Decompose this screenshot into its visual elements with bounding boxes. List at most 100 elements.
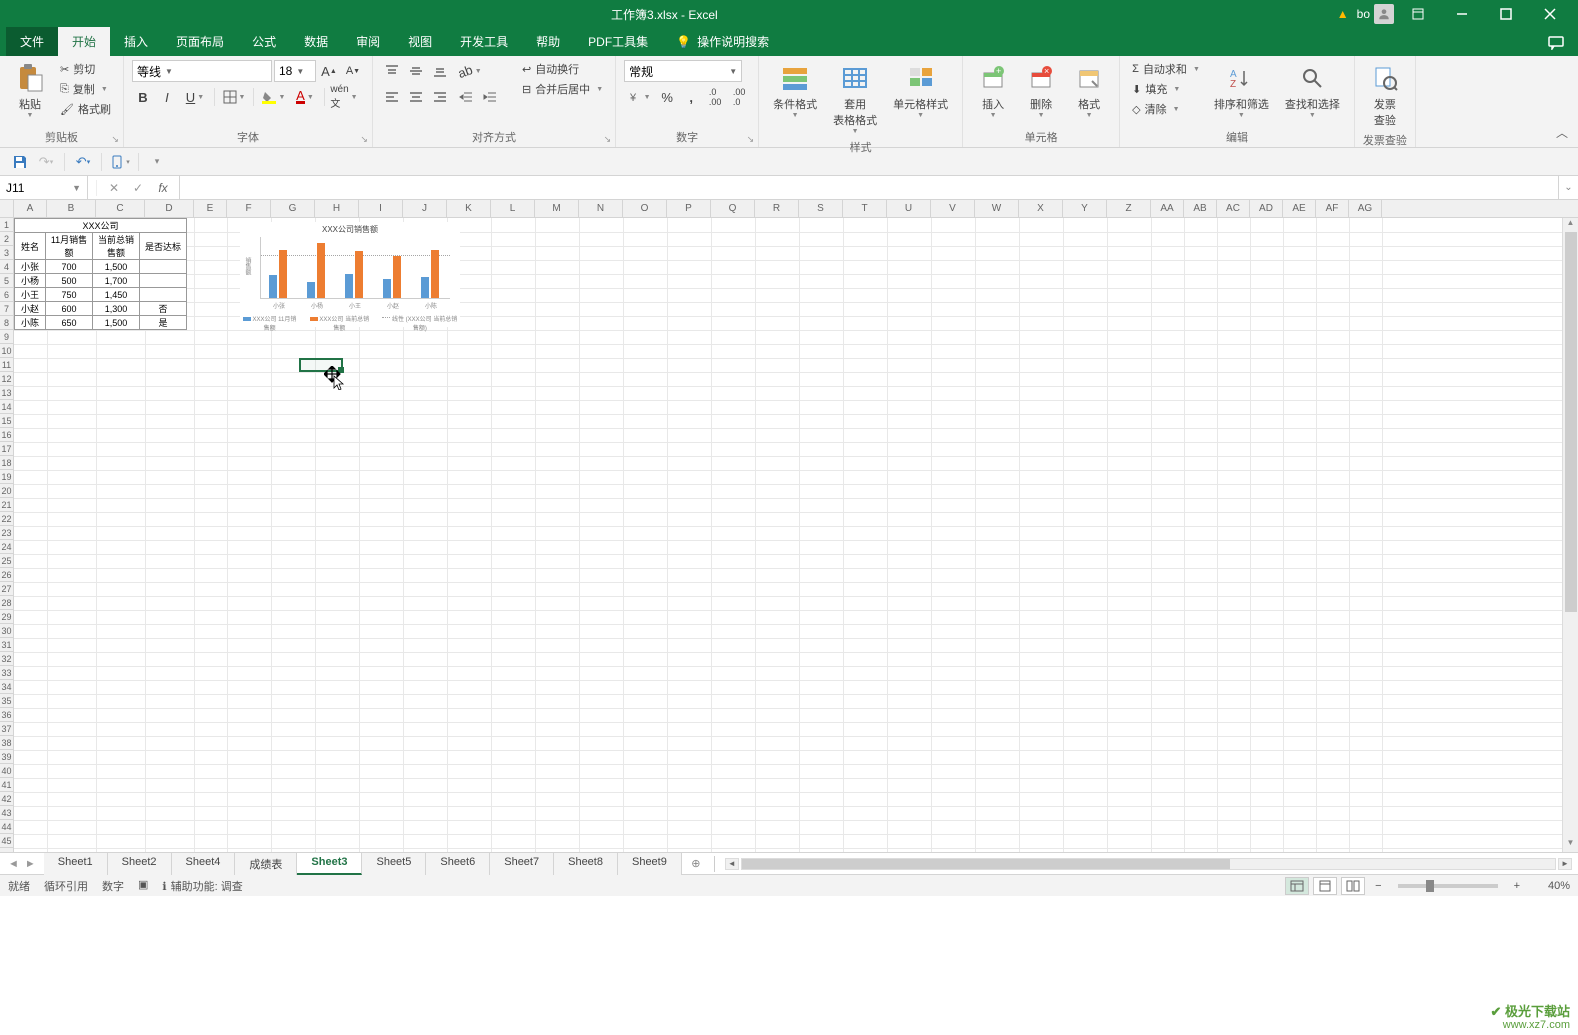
column-header[interactable]: AG (1349, 200, 1382, 217)
row-header[interactable]: 20 (0, 484, 13, 498)
row-header[interactable]: 32 (0, 652, 13, 666)
row-header[interactable]: 10 (0, 344, 13, 358)
paste-button[interactable]: 粘贴 ▼ (8, 60, 52, 121)
clear-button[interactable]: ◇清除▼ (1128, 100, 1204, 118)
align-bottom-icon[interactable] (429, 60, 451, 82)
column-header[interactable]: Q (711, 200, 755, 217)
percent-icon[interactable]: % (656, 86, 678, 108)
fill-color-icon[interactable]: ▼ (258, 86, 288, 108)
formula-input[interactable] (180, 176, 1558, 199)
row-header[interactable]: 19 (0, 470, 13, 484)
macro-record-icon[interactable]: ▣ (138, 878, 148, 894)
row-header[interactable]: 39 (0, 750, 13, 764)
column-header[interactable]: D (145, 200, 194, 217)
comments-icon[interactable] (1534, 30, 1578, 56)
font-size-combo[interactable]: 18▼ (274, 60, 316, 82)
column-header[interactable]: P (667, 200, 711, 217)
row-header[interactable]: 23 (0, 526, 13, 540)
number-format-combo[interactable]: 常规▼ (624, 60, 742, 82)
close-icon[interactable] (1530, 0, 1570, 28)
merge-center-button[interactable]: ⊟合并后居中▼ (518, 80, 607, 98)
qat-customize-icon[interactable]: ▾ (145, 150, 169, 174)
italic-icon[interactable]: I (156, 86, 178, 108)
row-header[interactable]: 16 (0, 428, 13, 442)
tab-审阅[interactable]: 审阅 (342, 27, 394, 56)
sheet-tab[interactable]: Sheet8 (554, 853, 618, 875)
sheet-tab[interactable]: 成绩表 (235, 853, 297, 875)
row-header[interactable]: 6 (0, 288, 13, 302)
column-header[interactable]: T (843, 200, 887, 217)
sheet-tab[interactable]: Sheet6 (426, 853, 490, 875)
column-header[interactable]: X (1019, 200, 1063, 217)
horizontal-scrollbar[interactable]: ◄ ► (725, 856, 1572, 872)
row-header[interactable]: 4 (0, 260, 13, 274)
row-header[interactable]: 18 (0, 456, 13, 470)
tab-公式[interactable]: 公式 (238, 27, 290, 56)
row-header[interactable]: 15 (0, 414, 13, 428)
spreadsheet-grid[interactable]: ABCDEFGHIJKLMNOPQRSTUVWXYZAAABACADAEAFAG… (0, 200, 1578, 852)
tab-帮助[interactable]: 帮助 (522, 27, 574, 56)
insert-cells-button[interactable]: +插入▼ (971, 60, 1015, 121)
add-sheet-button[interactable]: ⊕ (682, 857, 710, 870)
border-icon[interactable]: ▼ (219, 86, 249, 108)
column-header[interactable]: Y (1063, 200, 1107, 217)
row-header[interactable]: 17 (0, 442, 13, 456)
align-right-icon[interactable] (429, 86, 451, 108)
format-cells-button[interactable]: 格式▼ (1067, 60, 1111, 121)
column-header[interactable]: J (403, 200, 447, 217)
column-header[interactable]: AE (1283, 200, 1316, 217)
sheet-tab[interactable]: Sheet1 (44, 853, 108, 875)
sheet-tab[interactable]: Sheet5 (362, 853, 426, 875)
sort-filter-button[interactable]: AZ排序和筛选▼ (1208, 60, 1275, 121)
row-header[interactable]: 12 (0, 372, 13, 386)
column-header[interactable]: AD (1250, 200, 1283, 217)
orientation-icon[interactable]: ab▼ (455, 60, 485, 82)
column-header[interactable]: Z (1107, 200, 1151, 217)
decrease-indent-icon[interactable] (455, 86, 477, 108)
column-header[interactable]: I (359, 200, 403, 217)
row-header[interactable]: 44 (0, 820, 13, 834)
row-header[interactable]: 24 (0, 540, 13, 554)
bold-icon[interactable]: B (132, 86, 154, 108)
column-header[interactable]: E (194, 200, 227, 217)
tab-PDF工具集[interactable]: PDF工具集 (574, 27, 662, 56)
find-select-button[interactable]: 查找和选择▼ (1279, 60, 1346, 121)
sheet-tab[interactable]: Sheet2 (108, 853, 172, 875)
column-header[interactable]: K (447, 200, 491, 217)
column-header[interactable]: AA (1151, 200, 1184, 217)
tab-开始[interactable]: 开始 (58, 27, 110, 56)
decrease-font-icon[interactable]: A▼ (342, 60, 364, 82)
column-header[interactable]: N (579, 200, 623, 217)
row-header[interactable]: 22 (0, 512, 13, 526)
cell-styles-button[interactable]: 单元格样式▼ (887, 60, 954, 121)
launcher-icon[interactable]: ↘ (111, 134, 119, 145)
row-header[interactable]: 41 (0, 778, 13, 792)
column-header[interactable]: AB (1184, 200, 1217, 217)
view-page-layout-icon[interactable] (1313, 877, 1337, 895)
vertical-scrollbar[interactable]: ▲ ▼ (1562, 218, 1578, 852)
row-header[interactable]: 13 (0, 386, 13, 400)
enter-formula-icon[interactable]: ✓ (127, 181, 149, 195)
row-header[interactable]: 3 (0, 246, 13, 260)
phonetic-icon[interactable]: wén文▼ (329, 86, 359, 108)
column-header[interactable]: H (315, 200, 359, 217)
fill-button[interactable]: ⬇填充▼ (1128, 80, 1204, 98)
row-header[interactable]: 2 (0, 232, 13, 246)
font-color-icon[interactable]: A▼ (290, 86, 320, 108)
column-header[interactable]: R (755, 200, 799, 217)
invoice-verify-button[interactable]: 发票 查验 (1363, 60, 1407, 130)
column-header[interactable]: AF (1316, 200, 1349, 217)
column-header[interactable]: M (535, 200, 579, 217)
row-header[interactable]: 28 (0, 596, 13, 610)
row-header[interactable]: 43 (0, 806, 13, 820)
increase-decimal-icon[interactable]: .0.00 (704, 86, 726, 108)
row-header[interactable]: 21 (0, 498, 13, 512)
cut-button[interactable]: ✂剪切 (56, 60, 115, 78)
conditional-format-button[interactable]: 条件格式▼ (767, 60, 823, 121)
touch-mode-icon[interactable]: ▾ (108, 150, 132, 174)
format-painter-button[interactable]: 🖌格式刷 (56, 100, 115, 118)
tab-开发工具[interactable]: 开发工具 (446, 27, 522, 56)
align-center-icon[interactable] (405, 86, 427, 108)
launcher-icon[interactable]: ↘ (360, 134, 368, 145)
tab-数据[interactable]: 数据 (290, 27, 342, 56)
